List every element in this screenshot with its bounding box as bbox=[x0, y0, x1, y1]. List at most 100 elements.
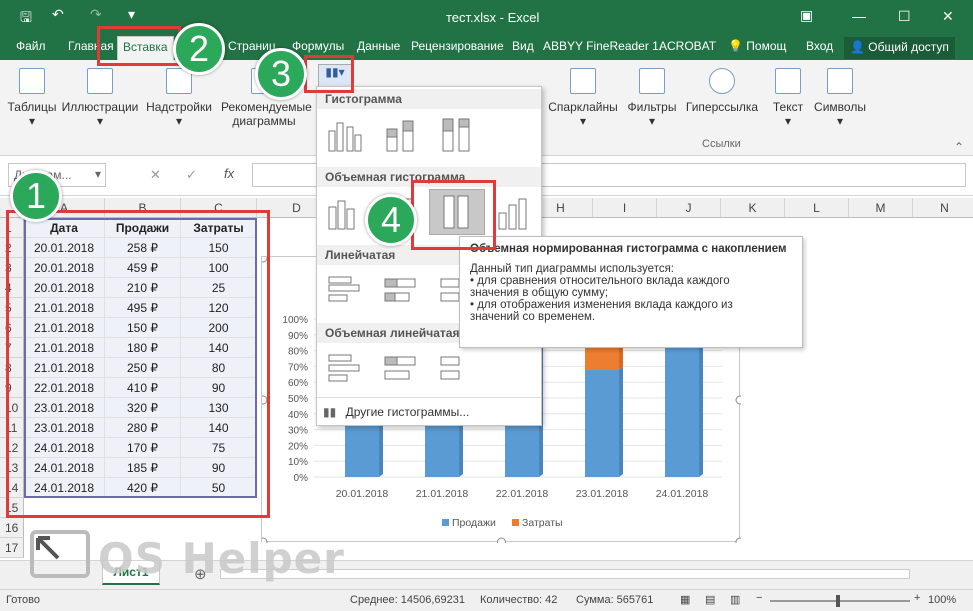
share-label: Общий доступ bbox=[868, 40, 949, 54]
more-column-charts-label: Другие гистограммы... bbox=[345, 405, 470, 419]
more-column-charts-option[interactable]: ▮▮ Другие гистограммы... bbox=[323, 405, 535, 423]
status-bar: Готово Среднее: 14506,69231 Количество: … bbox=[0, 589, 973, 611]
tab-formulas[interactable]: Формулы bbox=[292, 39, 344, 53]
close-button[interactable]: ✕ bbox=[942, 8, 954, 25]
column-header[interactable]: N bbox=[913, 198, 973, 218]
tab-data[interactable]: Данные bbox=[357, 39, 400, 53]
watermark-text: OS Helper bbox=[98, 534, 345, 583]
save-icon[interactable]: 🖫 bbox=[20, 7, 32, 31]
y-tick-label: 10% bbox=[288, 457, 308, 468]
collapse-ribbon-icon[interactable]: ⌃ bbox=[954, 140, 964, 154]
highlight-table bbox=[6, 210, 270, 518]
lightbulb-icon: 💡 bbox=[728, 39, 743, 53]
tab-acrobat[interactable]: ACROBAT bbox=[659, 39, 716, 53]
chevron-down-icon: ▾ bbox=[94, 167, 101, 181]
page-break-view-icon[interactable]: ▥ bbox=[730, 593, 740, 606]
zoom-in-button[interactable]: + bbox=[914, 592, 920, 604]
watermark-logo-icon bbox=[28, 528, 92, 584]
filters-label: Фильтры bbox=[627, 100, 677, 114]
page-layout-view-icon[interactable]: ▤ bbox=[705, 593, 715, 606]
stacked-column-option[interactable] bbox=[381, 115, 421, 153]
hyperlink-icon bbox=[709, 68, 735, 94]
tab-review[interactable]: Рецензирование bbox=[411, 39, 504, 53]
hyperlink-button[interactable]: Гиперссылка bbox=[682, 68, 762, 114]
tables-button[interactable]: Таблицы ▾ bbox=[4, 68, 60, 128]
stacked-bar-option[interactable] bbox=[381, 271, 421, 309]
tab-signin[interactable]: Вход bbox=[806, 39, 833, 53]
redo-icon[interactable]: ↷ bbox=[90, 6, 102, 23]
omega-icon bbox=[827, 68, 853, 94]
3d-clustered-column-option[interactable] bbox=[325, 193, 365, 231]
maximize-button[interactable]: ☐ bbox=[898, 8, 911, 25]
minimize-button[interactable]: — bbox=[852, 8, 866, 24]
legend-label: Затраты bbox=[522, 517, 563, 529]
text-button[interactable]: Текст ▾ bbox=[766, 68, 810, 128]
highlight-3d-percent-option bbox=[411, 180, 496, 250]
zoom-out-button[interactable]: − bbox=[756, 592, 762, 604]
annotation-badge-1: 1 bbox=[10, 170, 62, 222]
symbols-button[interactable]: Символы ▾ bbox=[812, 68, 868, 128]
clustered-bar-option[interactable] bbox=[325, 271, 365, 309]
x-tick-label: 24.01.2018 bbox=[656, 488, 709, 500]
tab-help[interactable]: 💡 Помощ bbox=[728, 39, 786, 53]
column-header[interactable]: I bbox=[593, 198, 657, 218]
column-chart-small-icon: ▮▮ bbox=[323, 405, 337, 419]
zoom-slider[interactable] bbox=[770, 595, 910, 607]
window-title: тест.xlsx - Excel bbox=[446, 10, 540, 25]
quick-access-menu-icon[interactable]: ▾ bbox=[128, 6, 135, 23]
zoom-level: 100% bbox=[928, 594, 957, 606]
illustrations-label: Иллюстрации bbox=[61, 100, 139, 114]
tab-file[interactable]: Файл bbox=[16, 39, 46, 53]
bar-side bbox=[699, 344, 703, 477]
y-tick-label: 30% bbox=[288, 426, 308, 437]
cancel-formula-button[interactable]: ✕ bbox=[150, 167, 161, 183]
3d-clustered-bar-option[interactable] bbox=[325, 349, 365, 387]
row-header[interactable]: 17 bbox=[0, 538, 24, 558]
bar-segment bbox=[585, 369, 619, 477]
clustered-column-option[interactable] bbox=[325, 115, 365, 153]
addins-button[interactable]: Надстройки ▾ bbox=[144, 68, 214, 128]
chart-resize-handle bbox=[735, 395, 745, 405]
normal-view-icon[interactable]: ▦ bbox=[680, 593, 690, 606]
y-tick-label: 100% bbox=[282, 315, 308, 326]
tab-view[interactable]: Вид bbox=[512, 39, 534, 53]
illustrations-button[interactable]: Иллюстрации ▾ bbox=[60, 68, 140, 128]
3d-percent-stacked-bar-option[interactable] bbox=[437, 349, 477, 387]
filters-button[interactable]: Фильтры ▾ bbox=[622, 68, 682, 128]
3d-column-option[interactable] bbox=[493, 193, 533, 231]
y-tick-label: 60% bbox=[288, 378, 308, 389]
status-sum: Сумма: 565761 bbox=[576, 594, 654, 606]
tooltip-line: значений со временем. bbox=[470, 311, 596, 323]
insert-function-button[interactable]: fx bbox=[224, 166, 234, 181]
row-header[interactable]: 16 bbox=[0, 518, 24, 538]
status-count: Количество: 42 bbox=[480, 594, 558, 606]
recommended-charts-label: Рекомендуемые диаграммы bbox=[221, 100, 312, 128]
ribbon-display-icon[interactable]: ▣ bbox=[800, 7, 813, 24]
tables-label: Таблицы bbox=[7, 100, 57, 114]
tooltip-title: Объемная нормированная гистограмма с нак… bbox=[470, 243, 787, 255]
share-button[interactable]: 👤 Общий доступ bbox=[844, 37, 955, 59]
sparklines-button[interactable]: Спарклайны ▾ bbox=[544, 68, 622, 128]
x-tick-label: 23.01.2018 bbox=[576, 488, 629, 500]
annotation-badge-2: 2 bbox=[173, 23, 225, 75]
table-icon bbox=[19, 68, 45, 94]
x-tick-label: 21.01.2018 bbox=[416, 488, 469, 500]
zoom-slider-thumb[interactable] bbox=[836, 595, 840, 607]
percent-stacked-column-option[interactable] bbox=[437, 115, 477, 153]
chart-resize-handle bbox=[497, 537, 506, 547]
chart-resize-handle bbox=[735, 537, 745, 547]
bar-side bbox=[619, 366, 623, 477]
legend-swatch bbox=[442, 519, 449, 526]
highlight-insert-tab bbox=[97, 26, 181, 66]
tab-help-label: Помощ bbox=[746, 39, 787, 53]
tab-abbyy[interactable]: ABBYY FineReader 1. bbox=[543, 39, 662, 53]
undo-icon[interactable]: ↶ bbox=[52, 6, 64, 23]
column-header[interactable]: K bbox=[721, 198, 785, 218]
column-header[interactable]: L bbox=[785, 198, 849, 218]
enter-formula-button[interactable]: ✓ bbox=[186, 167, 197, 183]
3d-stacked-bar-option[interactable] bbox=[381, 349, 421, 387]
column-header[interactable]: M bbox=[849, 198, 913, 218]
x-tick-label: 20.01.2018 bbox=[336, 488, 389, 500]
highlight-column-chart bbox=[304, 55, 354, 93]
column-header[interactable]: J bbox=[657, 198, 721, 218]
